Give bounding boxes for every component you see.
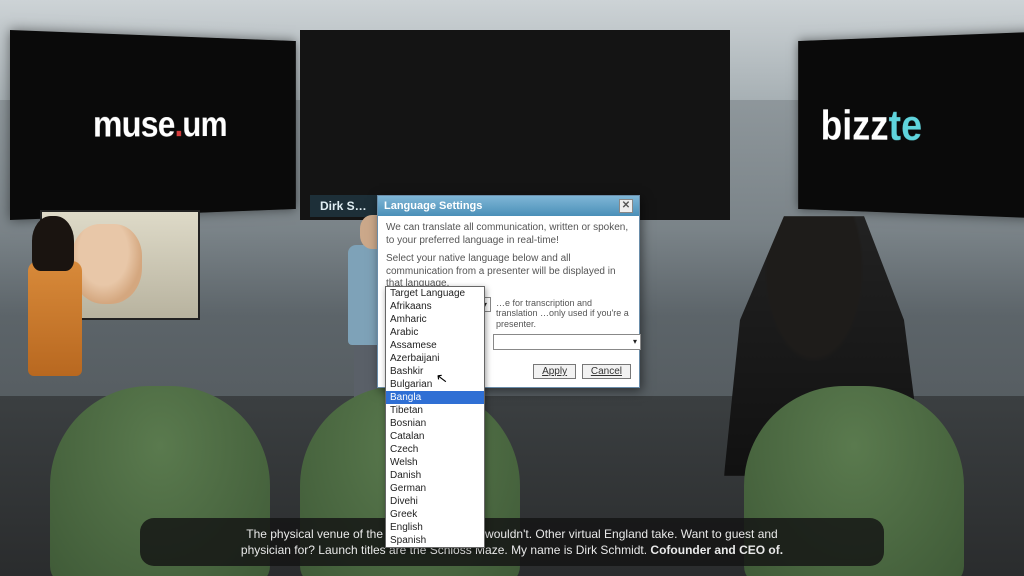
presenter-voice-note: …e for transcription and translation …on…: [496, 298, 631, 330]
language-option[interactable]: Target Language: [386, 287, 484, 300]
language-option[interactable]: Greek: [386, 508, 484, 521]
apply-button[interactable]: Apply: [533, 364, 576, 379]
language-option[interactable]: English: [386, 521, 484, 534]
language-option[interactable]: Tibetan: [386, 404, 484, 417]
brand-right-accent: te: [889, 100, 922, 150]
language-option[interactable]: Welsh: [386, 456, 484, 469]
brand-left-dot: .: [175, 105, 183, 145]
language-option[interactable]: Czech: [386, 443, 484, 456]
voice-language-dropdown[interactable]: ▾: [493, 334, 641, 350]
dialog-title-text: Language Settings: [384, 200, 482, 212]
language-option[interactable]: Arabic: [386, 326, 484, 339]
chevron-down-icon: ▾: [633, 337, 637, 346]
language-option[interactable]: Amharic: [386, 313, 484, 326]
caption-line2-bold: Cofounder and CEO of.: [650, 543, 783, 557]
language-option[interactable]: German: [386, 482, 484, 495]
language-option[interactable]: Divehi: [386, 495, 484, 508]
cancel-button[interactable]: Cancel: [582, 364, 631, 379]
dialog-titlebar[interactable]: Language Settings ✕: [378, 196, 639, 216]
dialog-intro-text: We can translate all communication, writ…: [386, 222, 631, 247]
presentation-screen-right: bizzte: [798, 30, 1024, 220]
avatar-audience-woman: [20, 216, 95, 406]
language-option[interactable]: Spanish: [386, 534, 484, 547]
subtitle-caption: The physical venue of the castle. Merseb…: [140, 518, 884, 566]
brand-left-post: um: [182, 105, 226, 145]
language-option[interactable]: Catalan: [386, 430, 484, 443]
language-option[interactable]: Azerbaijani: [386, 352, 484, 365]
language-option[interactable]: Assamese: [386, 339, 484, 352]
brand-museum-logo: muse.um: [10, 30, 296, 220]
language-option[interactable]: Bosnian: [386, 417, 484, 430]
caption-line1: The physical venue of the castle. Merseb…: [246, 527, 777, 541]
presentation-screen-center: [300, 30, 730, 220]
presentation-screen-left: muse.um: [10, 30, 296, 220]
language-option[interactable]: Danish: [386, 469, 484, 482]
language-option[interactable]: Afrikaans: [386, 300, 484, 313]
close-icon[interactable]: ✕: [619, 199, 633, 213]
language-option[interactable]: Bashkir: [386, 365, 484, 378]
brand-left-pre: muse: [93, 104, 175, 146]
target-language-option-list[interactable]: Target LanguageAfrikaansAmharicArabicAss…: [385, 286, 485, 548]
brand-right-pre: bizz: [821, 100, 889, 150]
dialog-instruction-text: Select your native language below and al…: [386, 253, 631, 291]
brand-bizztech-logo: bizzte: [798, 30, 1024, 220]
language-option[interactable]: Bulgarian: [386, 378, 484, 391]
language-option[interactable]: Bangla: [386, 391, 484, 404]
